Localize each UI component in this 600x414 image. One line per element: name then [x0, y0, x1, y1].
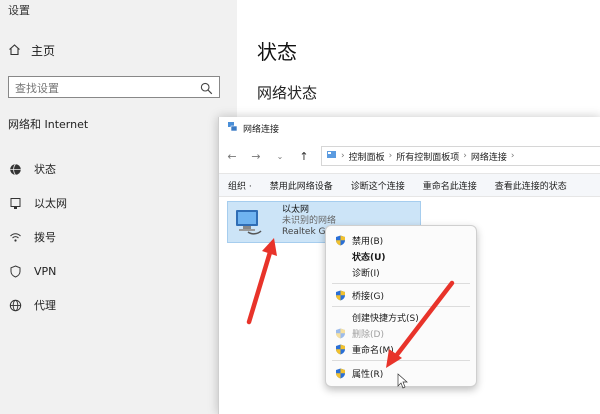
- red-arrow-icon: [246, 238, 277, 325]
- mouse-cursor-icon: [397, 373, 408, 389]
- red-arrow-icon: [386, 280, 455, 368]
- annotation-overlay: [246, 238, 455, 389]
